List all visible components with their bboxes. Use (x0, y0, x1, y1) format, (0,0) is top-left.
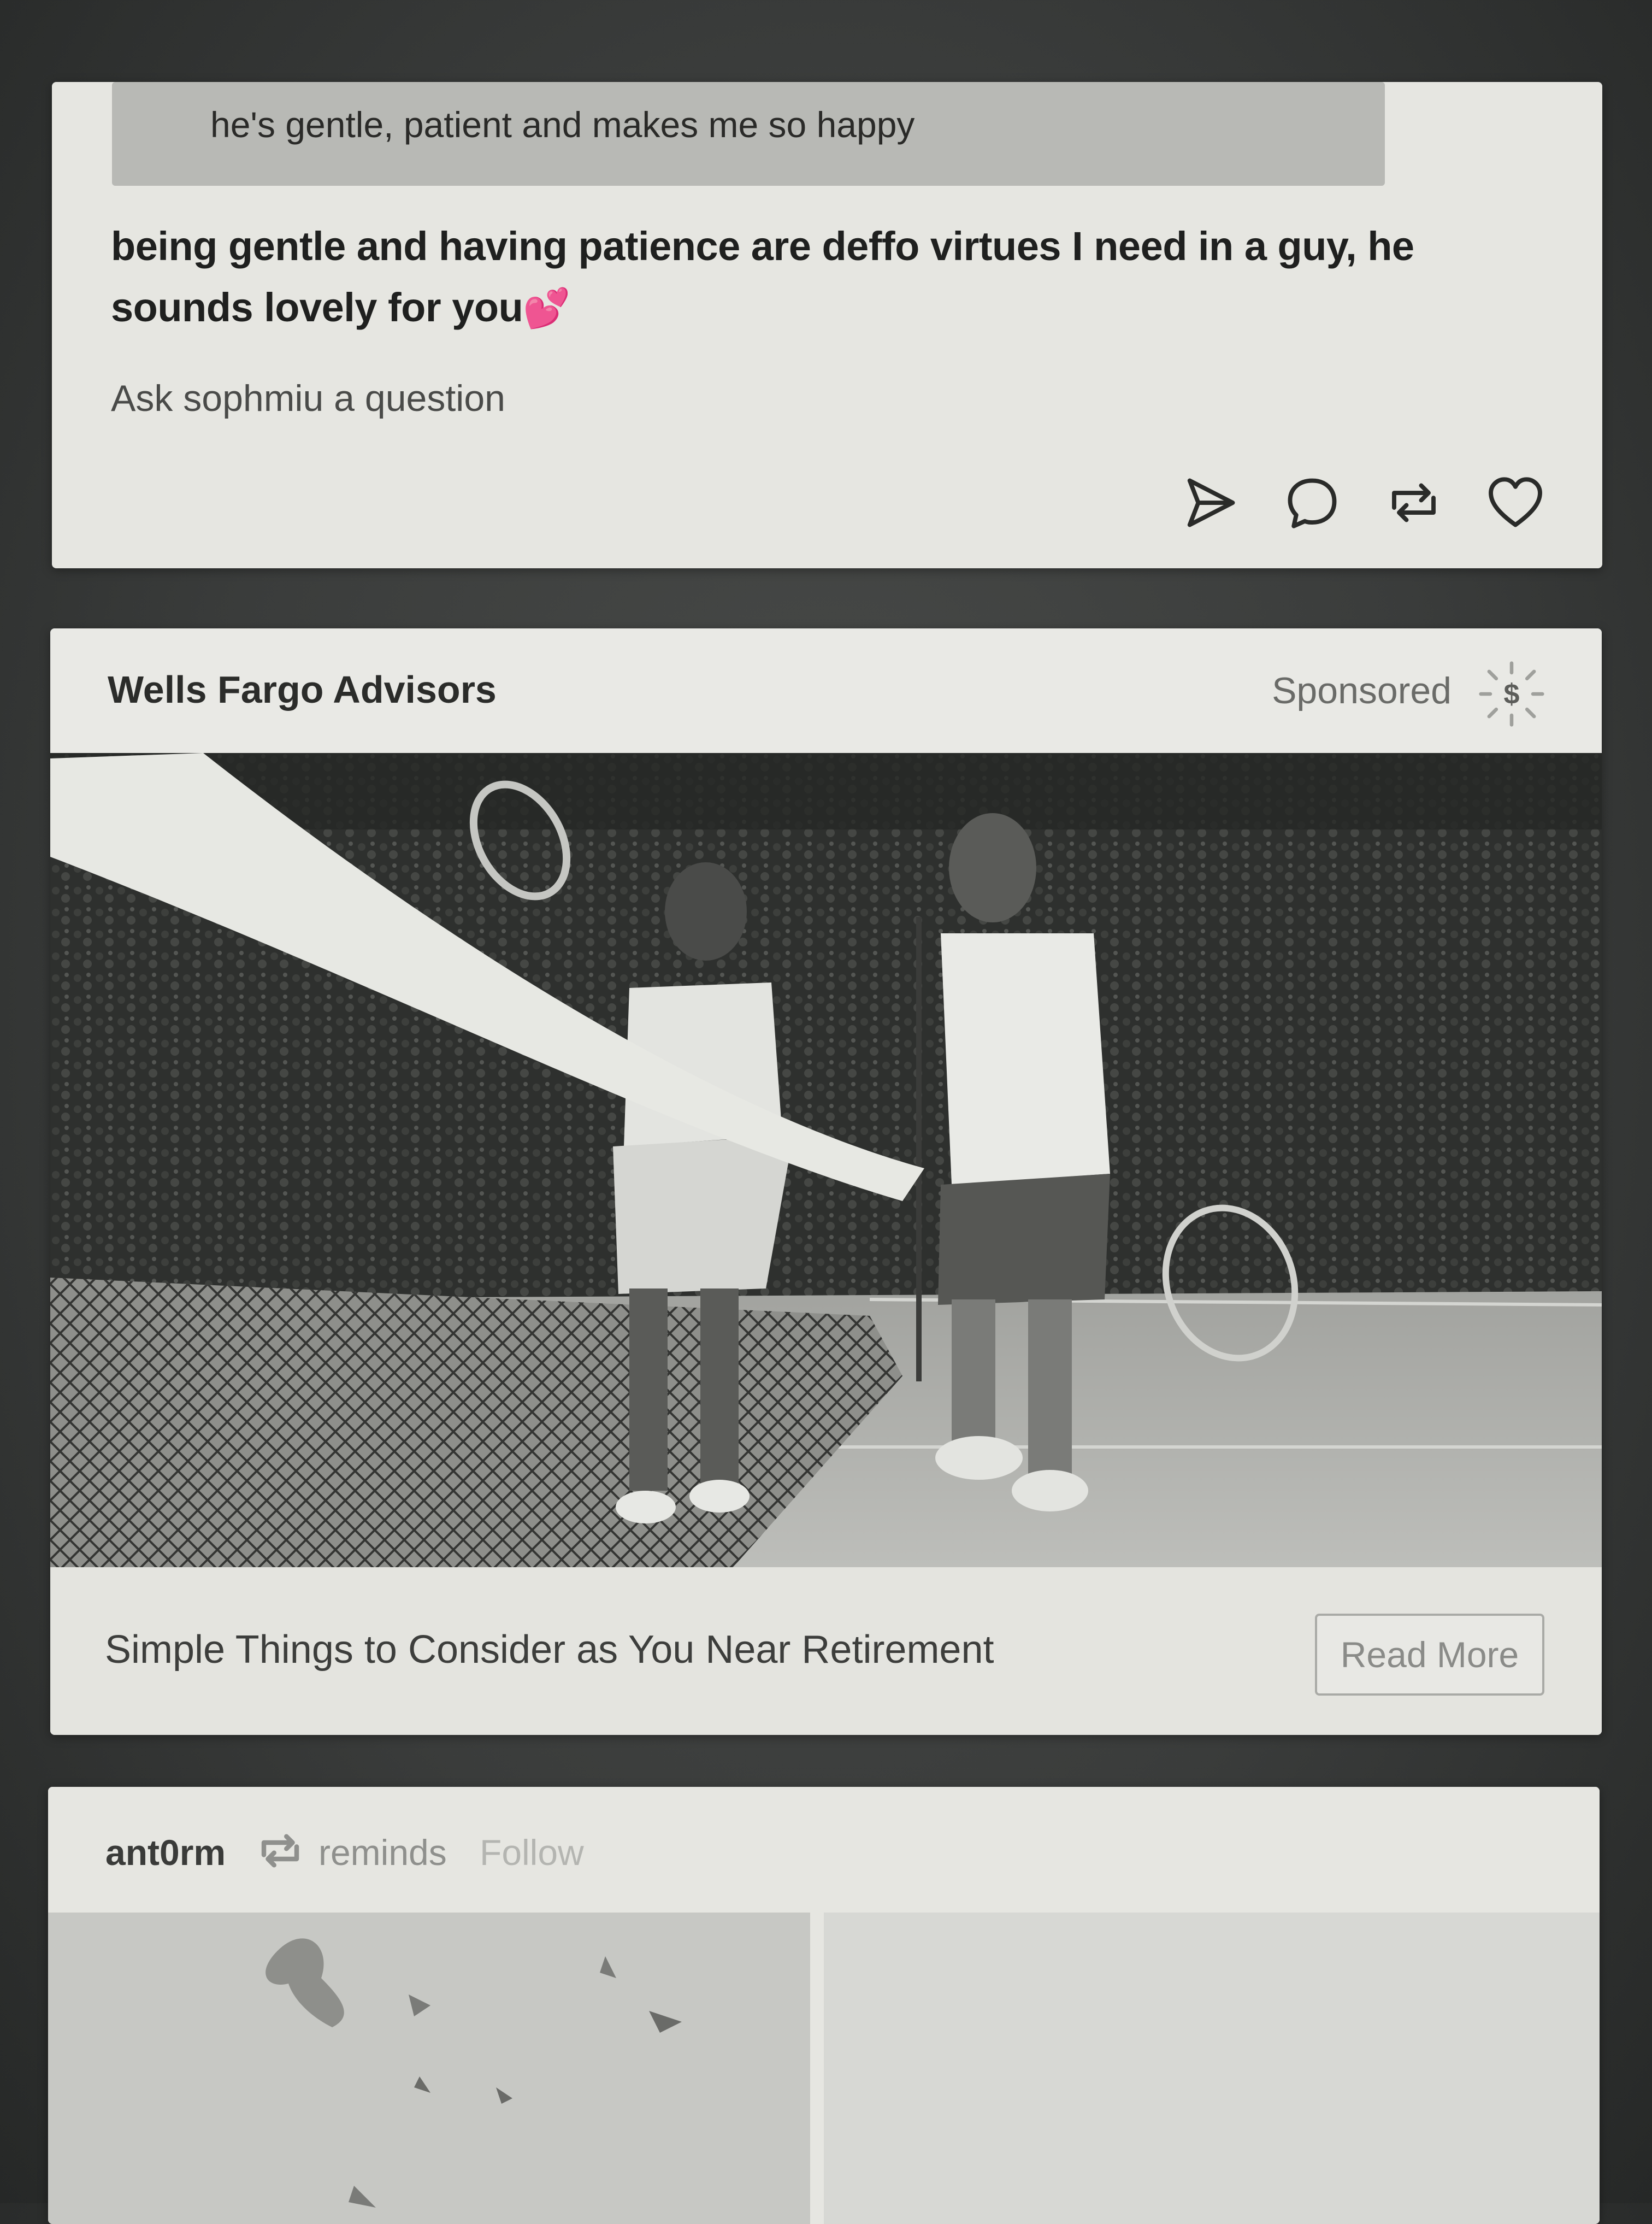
ask-question-link[interactable]: Ask sophmiu a question (111, 377, 505, 420)
dollar-symbol: $ (1504, 678, 1520, 710)
reblog-small-icon (261, 1834, 299, 1868)
ask-question-bubble: he's gentle, patient and makes me so hap… (112, 82, 1385, 186)
post-actions (1181, 470, 1545, 536)
post-username[interactable]: ant0rm (105, 1832, 226, 1873)
share-icon[interactable] (1181, 473, 1240, 532)
ask-post-card: he's gentle, patient and makes me so hap… (52, 82, 1602, 568)
photoset-image-right[interactable] (824, 1913, 1600, 2224)
like-icon[interactable] (1486, 473, 1545, 532)
sponsored-dollar-icon: $ (1479, 661, 1544, 727)
ad-headline[interactable]: Simple Things to Consider as You Near Re… (105, 1627, 994, 1672)
sponsored-post-card: Wells Fargo Advisors Sponsored $ Simple … (50, 628, 1602, 1735)
reblog-source-username[interactable]: reminds (318, 1832, 447, 1873)
reblog-icon[interactable] (1384, 473, 1443, 532)
answer-body: being gentle and having patience are def… (111, 223, 1414, 330)
follow-button[interactable]: Follow (480, 1832, 584, 1873)
reblog-post-card: ant0rm reminds Follow (48, 1787, 1600, 2224)
photoset-image-left[interactable] (48, 1913, 810, 2224)
sponsored-post-footer: Simple Things to Consider as You Near Re… (50, 1567, 1602, 1735)
reblog-photoset (48, 1913, 1600, 2224)
read-more-button[interactable]: Read More (1315, 1614, 1544, 1696)
reblog-post-header: ant0rm reminds Follow (48, 1787, 1600, 1913)
reply-icon[interactable] (1283, 473, 1342, 532)
advertiser-name[interactable]: Wells Fargo Advisors (108, 668, 497, 711)
answer-text: being gentle and having patience are def… (111, 216, 1559, 339)
sponsored-post-header: Wells Fargo Advisors Sponsored $ (50, 628, 1602, 753)
two-hearts-icon: 💕 (523, 287, 570, 330)
ask-question-text: he's gentle, patient and makes me so hap… (210, 104, 915, 145)
ad-image-tennis-couple[interactable] (50, 753, 1602, 1567)
sponsored-label: Sponsored (1272, 670, 1452, 711)
dashboard-feed: he's gentle, patient and makes me so hap… (0, 0, 1652, 2224)
